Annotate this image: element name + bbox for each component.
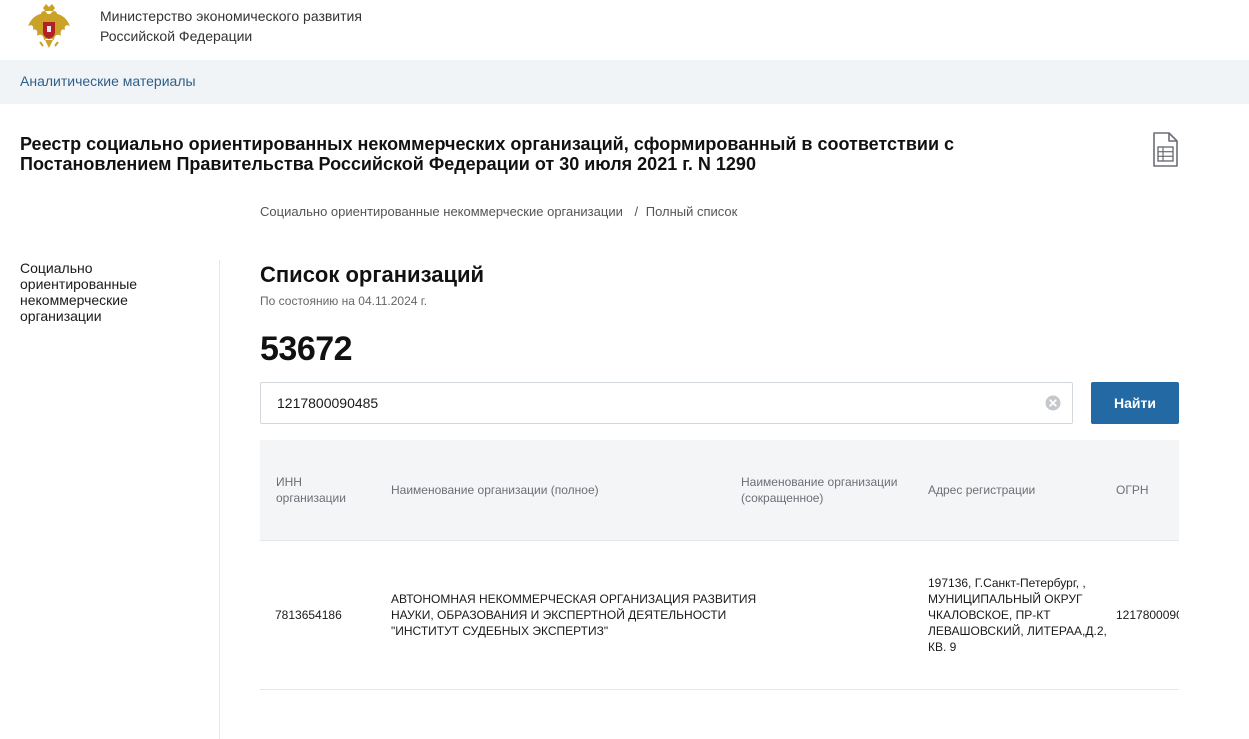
list-title: Список организаций (260, 262, 485, 287)
clear-circle-icon[interactable] (1045, 395, 1061, 411)
breadcrumb-item-full-list: Полный список (645, 204, 738, 219)
sidebar-divider (219, 260, 220, 739)
coat-of-arms-icon[interactable] (22, 2, 76, 56)
page-title-line1: Реестр социально ориентированных некомме… (20, 134, 955, 154)
page-title: Реестр социально ориентированных некомме… (20, 134, 1100, 174)
column-header-ogrn[interactable]: ОГРН (1116, 482, 1149, 498)
analytics-materials-link[interactable]: Аналитические материалы (20, 73, 196, 89)
ministry-name[interactable]: Министерство экономического развития Рос… (100, 6, 362, 46)
breadcrumb: Социально ориентированные некоммерческие… (260, 204, 737, 219)
cell-line: ЛЕВАШОВСКИЙ, ЛИТЕРАА,Д.2, (928, 624, 1107, 638)
as-of-date: По состоянию на 04.11.2024 г. (260, 294, 428, 308)
cell-line: "ИНСТИТУТ СУДЕБНЫХ ЭКСПЕРТИЗ" (391, 624, 609, 638)
cell-line: МУНИЦИПАЛЬНЫЙ ОКРУГ (928, 592, 1083, 606)
column-header-line: Наименование организации (741, 475, 898, 489)
cell-line: КВ. 9 (928, 640, 957, 654)
column-header-line: организации (276, 491, 346, 505)
sidebar-item-line: Социально (20, 260, 93, 276)
column-header-line: Наименование организации (полное) (391, 483, 599, 497)
organizations-table: ИНН организации Наименование организации… (260, 440, 1179, 692)
table-header: ИНН организации Наименование организации… (260, 440, 1179, 541)
sidebar-item-line: организации (20, 308, 102, 324)
cell-line: 197136, Г.Санкт-Петербург, , (928, 576, 1086, 590)
column-header-full-name[interactable]: Наименование организации (полное) (391, 482, 599, 498)
breadcrumb-item-sonko[interactable]: Социально ориентированные некоммерческие… (260, 204, 623, 219)
subnav-bar: Аналитические материалы (0, 60, 1249, 104)
page-title-line2: Постановлением Правительства Российской … (20, 154, 756, 174)
cell-line: НАУКИ, ОБРАЗОВАНИЯ И ЭКСПЕРТНОЙ ДЕЯТЕЛЬН… (391, 608, 727, 622)
table-row[interactable]: 7813654186 АВТОНОМНАЯ НЕКОММЕРЧЕСКАЯ ОРГ… (260, 541, 1179, 690)
column-header-short-name[interactable]: Наименование организации (сокращенное) (741, 474, 897, 506)
cell-address: 197136, Г.Санкт-Петербург, , МУНИЦИПАЛЬН… (928, 575, 1107, 655)
cell-line: ЧКАЛОВСКОЕ, ПР-КТ (928, 608, 1051, 622)
column-header-line: ОГРН (1116, 483, 1149, 497)
sidebar-item-sonko[interactable]: Социально ориентированные некоммерческие… (20, 260, 200, 324)
cell-full-name: АВТОНОМНАЯ НЕКОММЕРЧЕСКАЯ ОРГАНИЗАЦИЯ РА… (391, 591, 756, 639)
sidebar-item-line: ориентированные (20, 276, 138, 292)
column-header-line: Адрес регистрации (928, 483, 1036, 497)
column-header-line: ИНН (276, 475, 302, 489)
breadcrumb-separator: / (634, 204, 639, 219)
table-document-icon[interactable] (1150, 132, 1180, 168)
cell-line: АВТОНОМНАЯ НЕКОММЕРЧЕСКАЯ ОРГАНИЗАЦИЯ РА… (391, 592, 757, 606)
ministry-name-line2: Российской Федерации (100, 28, 253, 44)
sidebar-item-line: некоммерческие (20, 292, 128, 308)
column-header-inn[interactable]: ИНН организации (276, 474, 346, 506)
search-input[interactable] (261, 383, 1031, 423)
cell-ogrn: 1217800090485 (1116, 608, 1179, 622)
column-header-address[interactable]: Адрес регистрации (928, 482, 1035, 498)
search-button[interactable]: Найти (1091, 382, 1179, 424)
cell-inn: 7813654186 (275, 608, 342, 622)
ministry-name-line1: Министерство экономического развития (100, 8, 362, 24)
total-count: 53672 (260, 330, 353, 368)
site-header: Министерство экономического развития Рос… (0, 0, 1249, 60)
column-header-line: (сокращенное) (741, 491, 824, 505)
search-box (260, 382, 1073, 424)
